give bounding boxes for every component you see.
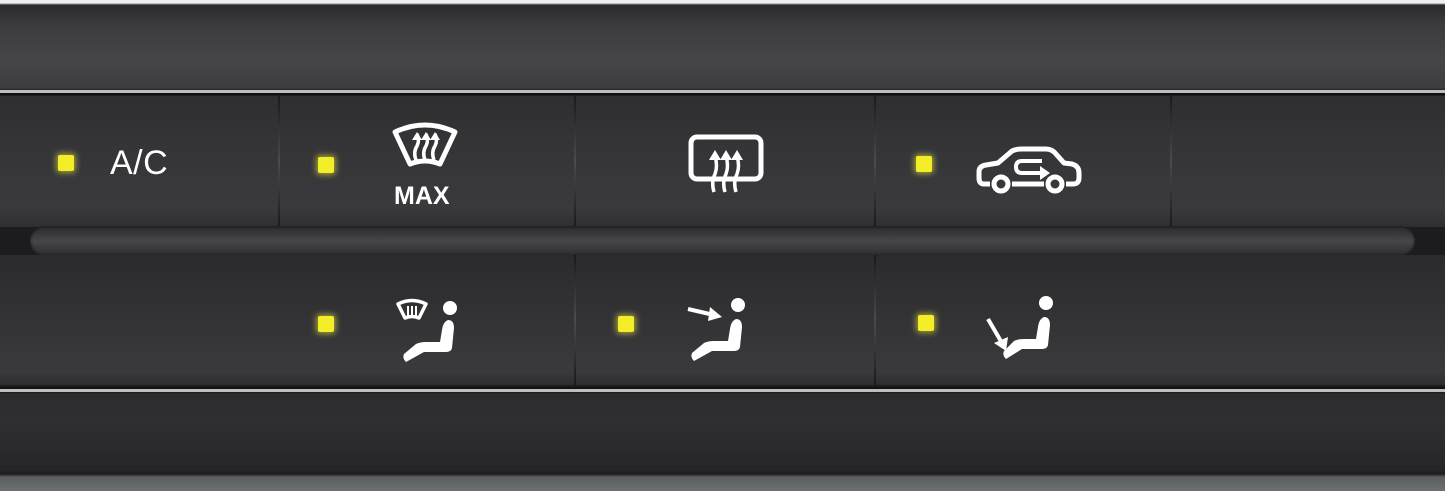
floor-vent-mode-icon [986,296,1053,359]
face-vent-mode-icon [687,298,745,361]
recirculation-indicator-led [916,156,932,172]
defrost-floor-mode-icon [396,298,457,362]
air-recirculation-icon [976,146,1082,194]
ac-button[interactable]: A/C [0,96,278,227]
ac-label: A/C [110,144,169,182]
windshield-defrost-icon [392,122,458,167]
bottom-button-row [0,255,1445,385]
max-defrost-button[interactable]: MAX [280,96,574,227]
recirculation-button[interactable] [876,96,1170,227]
floor-vent-indicator-led [918,315,934,331]
rear-window-defrost-icon [688,134,764,193]
rear-defrost-button[interactable] [576,96,874,227]
top-button-row: A/C MAX [0,96,1445,227]
floor-vent-mode-button[interactable] [876,255,1445,385]
face-vent-mode-button[interactable] [576,255,874,385]
max-label: MAX [394,182,450,210]
max-defrost-indicator-led [318,157,334,173]
ac-indicator-led [58,155,74,171]
blank-button[interactable] [1172,96,1445,227]
defrost-floor-indicator-led [318,316,334,332]
climate-control-panel: A/C MAX [0,0,1445,491]
defrost-floor-mode-button[interactable] [0,255,574,385]
center-groove [30,226,1415,256]
face-vent-indicator-led [618,316,634,332]
